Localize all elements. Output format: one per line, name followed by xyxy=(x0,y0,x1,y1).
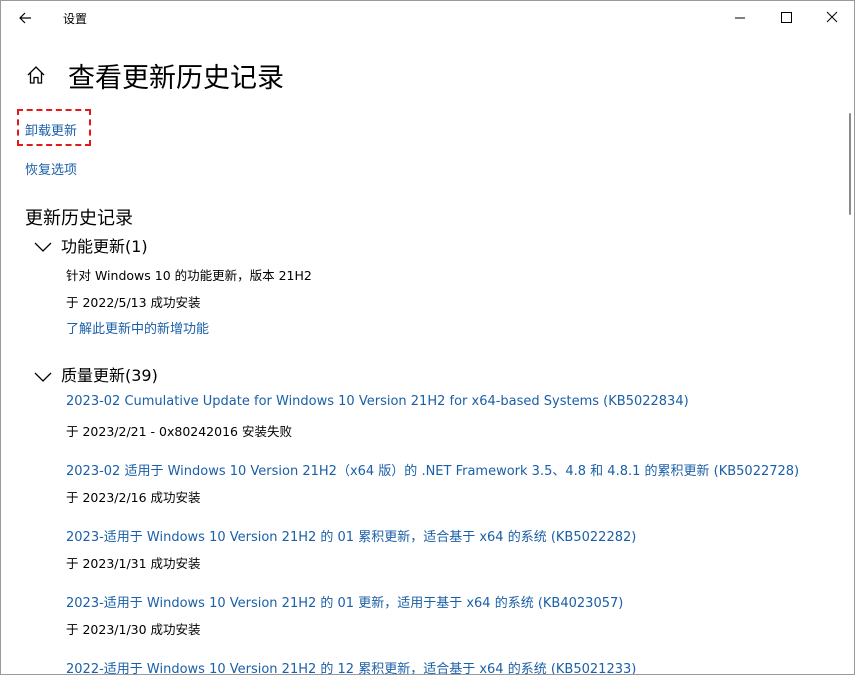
recovery-options-link[interactable]: 恢复选项 xyxy=(25,159,77,178)
maximize-icon xyxy=(781,12,792,23)
quality-update-link[interactable]: 2023-02 Cumulative Update for Windows 10… xyxy=(66,394,689,409)
quality-updates-toggle[interactable]: 质量更新(39) xyxy=(61,362,158,386)
minimize-button[interactable] xyxy=(728,5,752,29)
maximize-button[interactable] xyxy=(774,5,798,29)
quality-update-status: 于 2023/2/21 - 0x80242016 安装失败 xyxy=(66,424,292,439)
feature-updates-toggle[interactable]: 功能更新(1) xyxy=(61,233,148,257)
page-title: 查看更新历史记录 xyxy=(68,63,284,94)
close-button[interactable] xyxy=(820,5,844,29)
settings-window: 设置 查看更新历史记录 卸载更新 恢复选项 更新历史记录 功能更新(1) 针对 … xyxy=(0,0,855,675)
home-button[interactable] xyxy=(25,64,47,86)
quality-update-status: 于 2023/1/31 成功安装 xyxy=(66,556,201,571)
chevron-down-icon[interactable] xyxy=(34,371,52,383)
close-icon xyxy=(826,11,838,23)
learn-more-link[interactable]: 了解此更新中的新增功能 xyxy=(66,318,209,337)
quality-update-link[interactable]: 2022-适用于 Windows 10 Version 21H2 的 12 累积… xyxy=(66,658,636,674)
back-arrow-icon xyxy=(19,12,31,24)
app-title: 设置 xyxy=(63,12,88,26)
chevron-down-icon[interactable] xyxy=(34,241,52,253)
quality-update-status: 于 2023/2/16 成功安装 xyxy=(66,490,201,505)
quality-update-link[interactable]: 2023-02 适用于 Windows 10 Version 21H2（x64 … xyxy=(66,460,799,479)
home-icon xyxy=(27,66,45,84)
back-button[interactable] xyxy=(13,6,37,30)
feature-update-status: 于 2022/5/13 成功安装 xyxy=(66,295,201,310)
minimize-icon xyxy=(735,17,745,19)
title-bar: 设置 xyxy=(1,1,854,35)
quality-update-link[interactable]: 2023-适用于 Windows 10 Version 21H2 的 01 累积… xyxy=(66,526,636,545)
update-history-heading: 更新历史记录 xyxy=(25,208,133,229)
quality-update-status: 于 2023/1/30 成功安装 xyxy=(66,622,201,637)
quality-update-link[interactable]: 2023-适用于 Windows 10 Version 21H2 的 01 更新… xyxy=(66,592,623,611)
feature-update-name: 针对 Windows 10 的功能更新，版本 21H2 xyxy=(66,268,312,283)
scrollbar[interactable] xyxy=(849,113,851,215)
uninstall-updates-link[interactable]: 卸载更新 xyxy=(25,120,77,139)
